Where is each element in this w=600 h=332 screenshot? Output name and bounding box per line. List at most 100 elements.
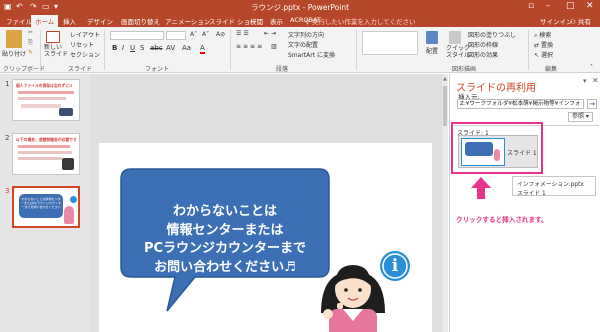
copy-icon[interactable]: ⎘ <box>28 39 33 47</box>
arrow-up-icon <box>471 177 491 199</box>
cursor-icon: ↖ <box>534 52 541 59</box>
tab-review[interactable]: 校閲 <box>250 16 263 26</box>
insert-instruction-note: クリックすると挿入されます。 <box>456 216 548 224</box>
paste-icon[interactable] <box>6 30 22 48</box>
thumb-text-line <box>18 151 72 154</box>
format-painter-icon[interactable]: ✎ <box>28 49 33 56</box>
ribbon-home: 貼り付け ✂ ⎘ ✎ クリップボード 新しい スライド レイアウト リセット セ… <box>0 27 600 73</box>
reuse-slides-pane: スライドの再利用 ▾ ✕ 挿入元: Z:¥ワークフォルダ¥松本萌¥掲示物等¥イン… <box>449 74 600 332</box>
current-slide[interactable]: わからないことは 情報センターまたは PCラウンジカウンターまで お問い合わせく… <box>99 143 432 332</box>
arrange-label[interactable]: 配置 <box>426 46 438 55</box>
divider <box>528 30 529 70</box>
shapes-gallery[interactable] <box>362 31 418 55</box>
bubble-line-3: PCラウンジカウンターまで <box>143 241 307 256</box>
tab-transitions[interactable]: 画面切り替え <box>121 16 160 26</box>
char-spacing-icon[interactable]: AV <box>166 44 175 52</box>
lightbulb-icon: ♀ <box>305 18 312 26</box>
tab-insert[interactable]: 挿入 <box>63 16 76 26</box>
slide-thumbnail-1[interactable]: 個人ファイルの保存は忘れずに!! <box>12 79 80 121</box>
layout-button[interactable]: レイアウト <box>70 30 100 39</box>
thumb-text-line <box>18 91 74 94</box>
italic-icon[interactable]: I <box>122 44 124 52</box>
tab-animations[interactable]: アニメーション <box>165 16 210 26</box>
usb-illustration <box>59 108 73 116</box>
tab-file[interactable]: ファイル <box>6 16 32 26</box>
underline-icon[interactable]: U <box>130 44 135 52</box>
quick-styles-icon[interactable] <box>449 31 461 44</box>
reuse-slide-item-1[interactable]: スライド 1 <box>458 135 538 168</box>
reset-button[interactable]: リセット <box>70 40 94 49</box>
bold-icon[interactable]: B <box>112 44 117 52</box>
select-button[interactable]: ↖ 選択 <box>534 50 553 59</box>
signin-link[interactable]: サインイン <box>540 16 573 26</box>
receptionist-illustration <box>321 265 385 332</box>
shape-effects-button[interactable]: 図形の効果 <box>468 50 498 59</box>
bubble-line-1: わからないことは <box>172 204 277 219</box>
strikethrough-icon[interactable]: abc <box>150 44 163 52</box>
preview-bubble <box>465 142 493 156</box>
thumb-text-line <box>18 97 66 100</box>
quick-styles-label[interactable]: クイック スタイル <box>446 45 470 59</box>
text-direction-button[interactable]: 文字列の方向 <box>288 30 324 39</box>
go-arrow-button[interactable]: → <box>587 99 597 109</box>
shape-fill-button[interactable]: 図形の塗りつぶし <box>468 30 516 39</box>
thumb-number: 3 <box>5 187 10 195</box>
browse-button[interactable]: 参照 ▾ <box>568 112 593 122</box>
shrink-font-icon[interactable]: A˅ <box>202 31 209 38</box>
smartart-button[interactable]: SmartArt に変換 <box>288 50 335 59</box>
tab-design[interactable]: デザイン <box>87 16 113 26</box>
arrange-icon[interactable] <box>426 31 438 44</box>
tooltip-slide: スライド 1 <box>517 191 546 197</box>
change-case-icon[interactable]: Aa <box>182 44 191 52</box>
group-editing: 編集 <box>545 66 558 73</box>
slide-thumbnail-2[interactable]: 以下の場合、退館前報告が必要です! <box>12 133 80 175</box>
tab-view[interactable]: 表示 <box>270 16 283 26</box>
font-color-icon[interactable]: A <box>200 44 205 54</box>
find-label: 検索 <box>539 32 552 39</box>
maximize-icon[interactable]: □ <box>566 1 575 11</box>
redo-icon[interactable]: ↷ <box>30 2 37 11</box>
group-paragraph: 段落 <box>276 66 289 73</box>
ribbon-display-icon[interactable]: ▫ <box>528 1 534 11</box>
align-text-button[interactable]: 文字の配置 <box>288 40 318 49</box>
window-title: ラウンジ.pptx - PowerPoint <box>250 3 350 12</box>
title-bar: ▣ ↶ ↷ ▭ ▾ ラウンジ.pptx - PowerPoint ▫ – □ ✕ <box>0 0 600 14</box>
shadow-icon[interactable]: S <box>140 44 144 52</box>
divider <box>230 30 231 70</box>
indent-icon[interactable]: ⇤⇥ <box>264 30 278 37</box>
vertical-scrollbar[interactable]: ▲ <box>441 74 448 332</box>
minimize-icon[interactable]: – <box>546 1 551 11</box>
slide-thumbnail-3[interactable]: わからないことは情報センターまたはPCラウンジカウンターまでお問い合わせください <box>12 186 80 228</box>
grow-font-icon[interactable]: A˄ <box>190 31 197 38</box>
pane-close-icon[interactable]: ✕ <box>592 76 599 85</box>
close-icon[interactable]: ✕ <box>586 1 594 11</box>
customize-qat-icon[interactable]: ▾ <box>54 2 58 11</box>
section-button[interactable]: セクション <box>70 50 100 59</box>
thumb-number: 2 <box>5 134 10 142</box>
new-slide-label[interactable]: 新しい スライド <box>44 44 68 58</box>
align-icon[interactable]: ≡≡≡≡ <box>236 43 264 50</box>
font-size-select[interactable] <box>166 31 186 40</box>
scroll-up-icon[interactable]: ▲ <box>443 76 447 82</box>
cut-icon[interactable]: ✂ <box>28 29 33 36</box>
insert-from-path-field[interactable]: Z:¥ワークフォルダ¥松本萌¥掲示物等¥インフォ <box>457 99 584 109</box>
scroll-thumb[interactable] <box>443 86 447 126</box>
tab-home[interactable]: ホーム <box>31 15 59 27</box>
bubble-line-2: 情報センターまたは <box>166 222 284 238</box>
slideshow-start-icon[interactable]: ▭ <box>42 2 50 11</box>
replace-button[interactable]: ⇄ 置換 <box>534 40 553 49</box>
collapse-ribbon-icon[interactable]: ˄ <box>590 64 593 71</box>
save-icon[interactable]: ▣ <box>4 2 12 11</box>
clear-format-icon[interactable]: A⊘ <box>216 31 225 38</box>
pane-options-icon[interactable]: ▾ <box>583 77 587 85</box>
browse-label: 参照 <box>572 113 585 120</box>
tell-me-search[interactable]: ♀ 実行したい作業を入力してください <box>305 16 415 26</box>
bullets-icon[interactable]: ☰☰ <box>236 30 251 37</box>
undo-icon[interactable]: ↶ <box>16 2 23 11</box>
new-slide-icon[interactable] <box>46 31 60 43</box>
shape-outline-button[interactable]: 図形の枠線 <box>468 40 498 49</box>
find-button[interactable]: ⌕ 検索 <box>534 30 551 40</box>
share-button[interactable]: ⚇ 共有 <box>570 16 591 26</box>
font-name-select[interactable] <box>110 31 164 40</box>
columns-icon[interactable]: ▥ <box>271 43 277 50</box>
